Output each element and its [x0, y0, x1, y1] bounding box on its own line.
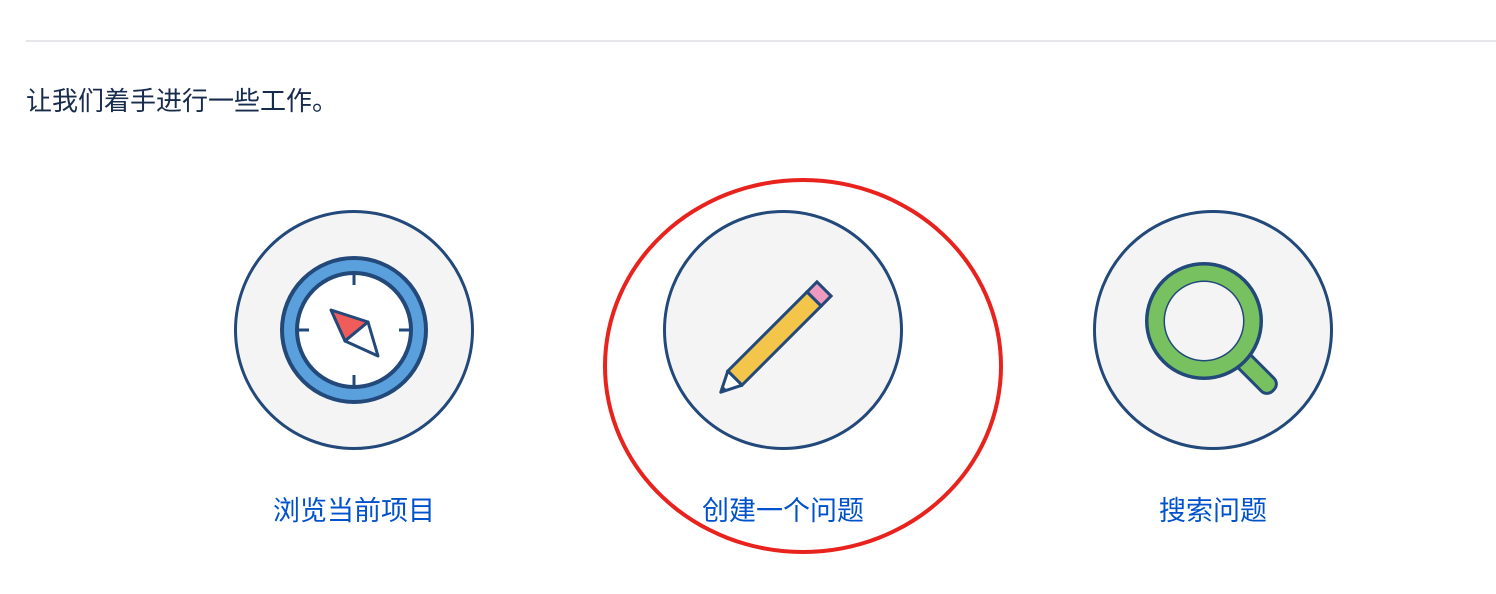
browse-projects-label[interactable]: 浏览当前项目 — [196, 492, 512, 532]
create-issue-icon-circle[interactable] — [663, 210, 903, 450]
create-issue-label[interactable]: 创建一个问题 — [625, 492, 941, 532]
browse-projects-icon-circle[interactable] — [234, 210, 474, 450]
search-issues-button[interactable]: 搜索问题 — [1055, 0, 1375, 594]
browse-projects-button[interactable]: 浏览当前项目 — [196, 0, 516, 594]
page: 让我们着手进行一些工作。 浏览当前项目 创建一个问题 搜索问题 — [0, 0, 1496, 594]
search-issues-label[interactable]: 搜索问题 — [1055, 492, 1371, 532]
magnifier-icon — [1145, 262, 1278, 395]
search-issues-icon-circle[interactable] — [1093, 210, 1333, 450]
compass-icon — [280, 256, 428, 404]
pencil-icon — [719, 279, 834, 394]
create-issue-button[interactable]: 创建一个问题 — [625, 0, 945, 594]
